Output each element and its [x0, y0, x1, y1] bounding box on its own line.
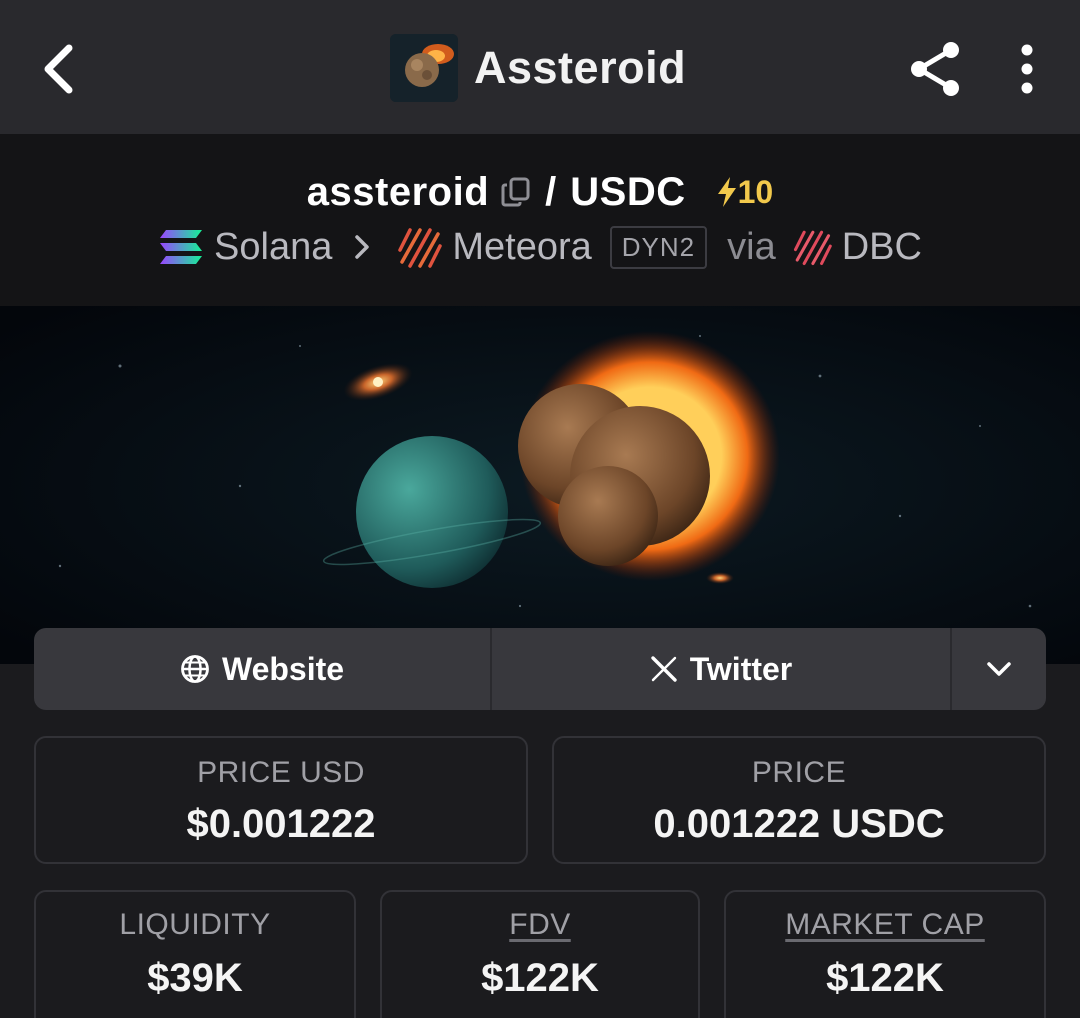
x-logo-icon [650, 655, 678, 683]
token-avatar [390, 34, 458, 102]
website-button[interactable]: Website [34, 628, 492, 710]
share-icon [911, 42, 959, 96]
pair-separator: / [545, 169, 557, 214]
more-vertical-icon [1021, 44, 1033, 94]
share-button[interactable] [904, 38, 966, 100]
chevron-left-icon [44, 44, 73, 94]
fdv-card: FDV $122K [380, 890, 700, 1018]
boost-badge[interactable]: 10 [716, 173, 774, 211]
liquidity-label: LIQUIDITY [119, 908, 271, 941]
market-cap-value: $122K [826, 956, 944, 1000]
pair-name-row: assteroid / USDC 10 [0, 164, 1080, 220]
price-usd-card: PRICE USD $0.001222 [34, 736, 528, 864]
via-label: via [727, 225, 776, 268]
fdv-label[interactable]: FDV [382, 908, 698, 942]
dbc-icon [792, 227, 832, 267]
social-links-bar: Website Twitter [34, 628, 1046, 710]
solana-icon [158, 228, 204, 266]
website-label: Website [221, 650, 345, 687]
chain-dex-row: Solana Meteora DYN2 via DBC [0, 222, 1080, 272]
meteora-icon [396, 224, 443, 270]
quote-token-symbol: USDC [570, 169, 686, 214]
base-token-symbol: assteroid [306, 169, 490, 214]
more-links-dropdown[interactable] [952, 628, 1046, 710]
launchpad-name[interactable]: DBC [842, 226, 922, 269]
lightning-icon [717, 177, 736, 207]
price-usd-value: $0.001222 [186, 802, 376, 846]
fdv-value: $122K [481, 956, 599, 1000]
token-banner-image [0, 306, 1080, 664]
globe-icon [180, 654, 210, 684]
liquidity-card: LIQUIDITY $39K [34, 890, 356, 1018]
dex-version-tag: DYN2 [609, 225, 708, 269]
copy-icon [501, 177, 530, 207]
price-card: PRICE 0.001222 USDC [552, 736, 1046, 864]
chain-name[interactable]: Solana [214, 226, 332, 269]
chevron-down-icon [987, 662, 1011, 676]
pair-header: assteroid / USDC 10 Solana Meteora DYN2 … [0, 134, 1080, 306]
market-cap-label[interactable]: MARKET CAP [726, 908, 1044, 942]
price-usd-label: PRICE USD [197, 756, 365, 789]
boost-count: 10 [737, 173, 774, 210]
price-label: PRICE [751, 756, 847, 789]
token-page: Assteroid assteroid / USDC 10 Solana Met… [0, 0, 1080, 1018]
price-value: 0.001222 USDC [653, 802, 945, 846]
dex-name[interactable]: Meteora [452, 226, 591, 269]
market-cap-card: MARKET CAP $122K [724, 890, 1046, 1018]
liquidity-value: $39K [147, 956, 243, 1000]
chevron-right-icon [354, 234, 370, 260]
page-title-group: Assteroid [390, 34, 686, 102]
copy-address-button[interactable] [501, 176, 531, 208]
back-button[interactable] [30, 38, 86, 100]
twitter-button[interactable]: Twitter [492, 628, 952, 710]
app-bar: Assteroid [0, 0, 1080, 134]
twitter-label: Twitter [689, 650, 793, 687]
page-title: Assteroid [474, 42, 687, 93]
more-options-button[interactable] [1002, 38, 1052, 100]
